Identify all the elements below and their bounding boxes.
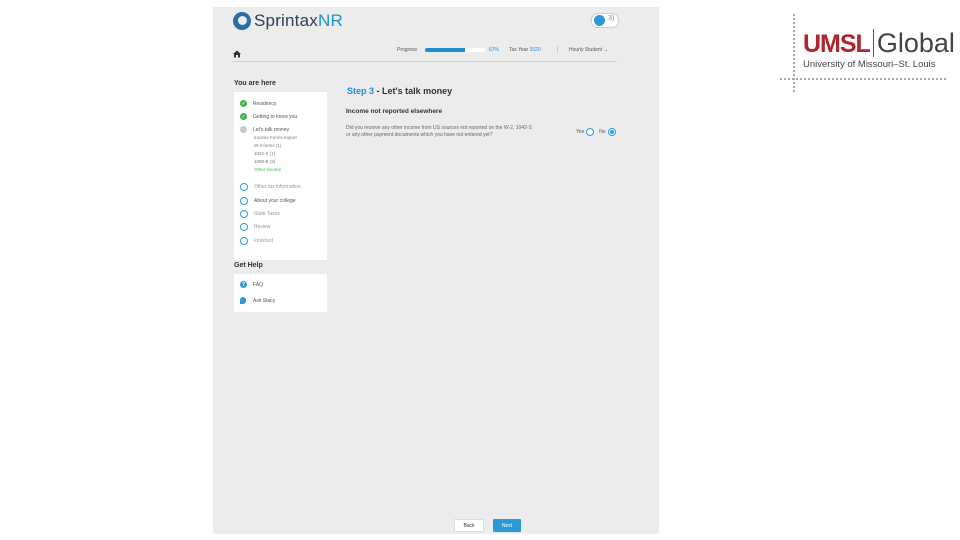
badge-border-bottom: [780, 78, 946, 80]
brand-suffix: NR: [317, 11, 343, 30]
check-icon: ✓: [240, 113, 247, 120]
substep-1042s[interactable]: 1042-S (1): [254, 151, 275, 156]
substep-w2-forms[interactable]: W-2 forms (1): [254, 143, 281, 148]
yes-radio[interactable]: [586, 128, 595, 136]
substep-1099b[interactable]: 1099-B (2): [254, 159, 275, 164]
step-getting-to-know-you[interactable]: ✓ Getting to know you: [240, 113, 297, 120]
step-review[interactable]: Review: [240, 223, 270, 231]
progress-percent: 67%: [489, 47, 500, 53]
step-label: Other tax information: [254, 184, 301, 190]
step-about-your-college[interactable]: About your college: [240, 197, 295, 205]
steps-card: ✓ Residency ✓ Getting to know you Let's ta…: [234, 92, 327, 260]
step-state-taxes[interactable]: State Taxes: [240, 210, 280, 218]
yes-no-radio-group: Yes No: [576, 128, 621, 136]
sprintax-logo[interactable]: SprintaxNR: [233, 11, 343, 31]
step-label: Getting to know you: [253, 113, 298, 120]
next-button[interactable]: Next: [493, 519, 521, 532]
toggle-knob-icon: [594, 15, 605, 26]
top-bar: Progress 67% Tax Year 2020 Hourly Studen…: [233, 45, 617, 61]
tax-year-value[interactable]: 2020: [530, 47, 541, 53]
umsl-global-badge: UMSL Global University of Missouri–St. L…: [780, 14, 955, 92]
no-radio[interactable]: [607, 128, 616, 136]
get-help-heading: Get Help: [234, 262, 263, 269]
sprintax-logo-icon: [233, 12, 251, 30]
stopwatch-icon: [240, 183, 248, 191]
substep-other-income[interactable]: Other income: [254, 167, 281, 172]
step-label: Residency: [253, 100, 277, 107]
badge-border-left: [793, 14, 796, 92]
step-label: About your college: [254, 198, 296, 204]
chat-icon: [240, 297, 246, 304]
help-item-faq[interactable]: ? FAQ: [240, 281, 263, 288]
step-number: Step 3: [347, 86, 375, 96]
umsl-global-logo: UMSL Global: [803, 29, 955, 57]
tax-year-label: Tax Year: [509, 47, 529, 53]
step-title-text: - Let's talk money: [374, 86, 453, 96]
step-other-tax-information[interactable]: Other tax information: [240, 183, 301, 191]
back-button[interactable]: Back: [454, 519, 484, 532]
user-label: Hourly Student: [569, 47, 603, 53]
chevron-down-icon: ⌄: [604, 47, 609, 53]
yes-label: Yes: [576, 129, 585, 135]
section-title: Income not reported elsewhere: [346, 108, 443, 115]
umsl-wordmark: UMSL: [803, 30, 871, 58]
help-label: FAQ: [253, 281, 264, 288]
you-are-here-heading: You are here: [234, 80, 276, 87]
check-icon: ✓: [240, 100, 247, 107]
header-separator: [557, 46, 558, 53]
brand-prefix: Sprintax: [254, 11, 318, 30]
step-title: Step 3 - Let's talk money: [347, 86, 452, 96]
step-label: Finished: [254, 238, 273, 244]
stopwatch-icon: [240, 210, 248, 218]
step-residency[interactable]: ✓ Residency: [240, 100, 276, 107]
question-icon: ?: [240, 281, 247, 288]
step-label: Review: [254, 224, 271, 230]
stopwatch-icon: [240, 197, 248, 205]
help-card: ? FAQ Ask Stacy: [234, 274, 327, 312]
current-step-icon: [240, 126, 247, 133]
header-divider: [233, 61, 617, 62]
stopwatch-icon: [240, 223, 248, 231]
stopwatch-icon: [240, 237, 248, 245]
tax-year: Tax Year 2020: [509, 47, 541, 53]
global-wordmark: Global: [876, 28, 955, 58]
university-name: University of Missouri–St. Louis: [803, 59, 936, 70]
user-menu[interactable]: Hourly Student ⌄: [569, 47, 608, 53]
sprintax-app-window: SprintaxNR 3) Progress 67% Tax Year 2020…: [213, 7, 659, 534]
sprintax-brand-text: SprintaxNR: [254, 11, 343, 31]
step-label: Let's talk money: [253, 126, 289, 133]
settings-toggle[interactable]: 3): [591, 13, 619, 28]
toggle-label: 3): [608, 15, 615, 22]
step-label: State Taxes: [254, 211, 281, 217]
substep-income-forms-import[interactable]: Income Forms Import: [254, 135, 297, 140]
logo-divider: [872, 29, 874, 57]
step-lets-talk-money[interactable]: Let's talk money: [240, 126, 289, 133]
progress-bar: [425, 48, 485, 52]
help-item-ask-stacy[interactable]: Ask Stacy: [240, 297, 275, 304]
help-label: Ask Stacy: [253, 297, 276, 304]
no-label: No: [599, 129, 606, 135]
progress-fill: [425, 48, 466, 52]
progress-label: Progress: [397, 47, 418, 53]
step-finished[interactable]: Finished: [240, 237, 273, 245]
question-text: Did you receive any other income from US…: [346, 125, 532, 138]
